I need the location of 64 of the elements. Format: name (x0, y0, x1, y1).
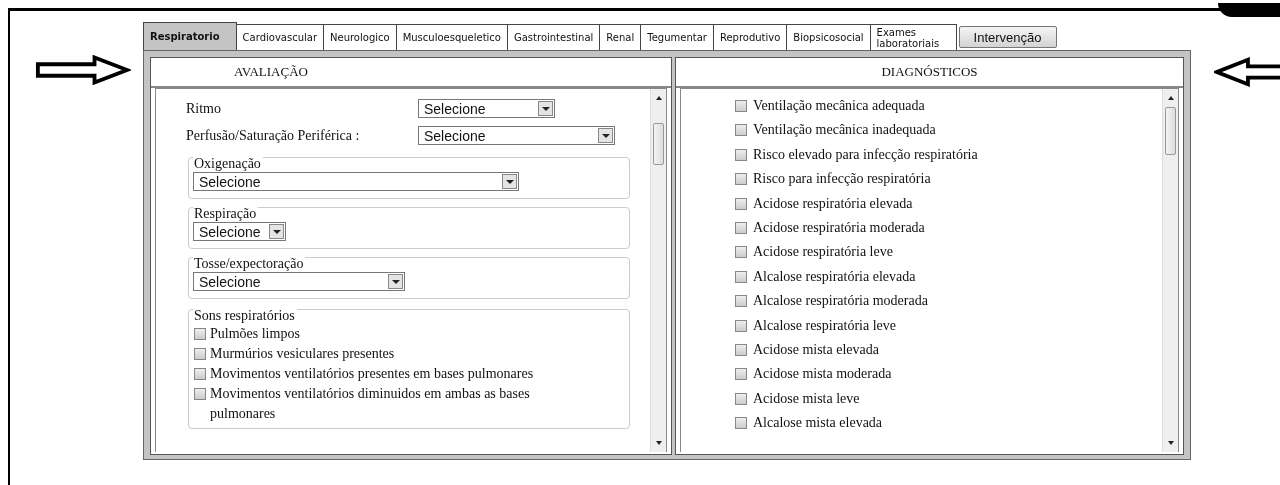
checkbox[interactable] (735, 222, 747, 235)
field-label: Ritmo (186, 100, 222, 117)
tab[interactable]: Gastrointestinal (508, 24, 601, 50)
tab[interactable]: Tegumentar (641, 24, 714, 50)
section-title: DIAGNÓSTICOS (881, 64, 978, 80)
checkbox[interactable] (735, 368, 747, 381)
checkbox-label: Acidose respiratória moderada (753, 219, 925, 238)
dropdown[interactable]: Selecione (418, 99, 555, 118)
tab[interactable]: Biopsicosocial (787, 24, 871, 50)
checkbox-label: Acidose mista moderada (753, 365, 892, 384)
checkbox-label: Alcalose respiratória leve (753, 316, 897, 335)
checkbox[interactable] (735, 246, 747, 259)
checkbox[interactable] (194, 328, 206, 340)
checkbox[interactable] (735, 295, 747, 308)
checkbox-label: Ventilação mecânica adequada (753, 97, 925, 115)
tab[interactable]: Musculoesqueletico (396, 24, 508, 50)
arrow-left-icon (1214, 57, 1280, 87)
checkbox-label: Acidose mista leve (753, 389, 860, 408)
checkbox[interactable] (735, 270, 747, 283)
checkbox-label: Alcalose respiratória elevada (753, 267, 916, 286)
tab[interactable]: Exames laboratoriais (870, 24, 957, 50)
checkbox-label: Ventilação mecânica inadequada (753, 121, 936, 140)
section-title: AVALIAÇÃO (234, 64, 308, 80)
dropdown[interactable]: Selecione (193, 272, 405, 291)
dropdown[interactable]: Selecione (418, 126, 615, 145)
checkbox[interactable] (194, 368, 206, 380)
checkbox-label: Alcalose mista elevada (753, 414, 883, 433)
checkbox-label: Risco para infecção respiratória (753, 170, 931, 189)
checkbox[interactable] (735, 392, 747, 405)
checkbox[interactable] (194, 348, 206, 360)
checkbox-label: Murmúrios vesiculares presentes (210, 345, 395, 363)
group-legend: Oxigenação (193, 155, 263, 172)
dropdown[interactable]: Selecione (193, 172, 519, 191)
checkbox[interactable] (735, 148, 747, 161)
checkbox-label: Acidose respiratória elevada (753, 194, 913, 213)
checkbox-label: Acidose respiratória leve (753, 243, 893, 262)
field-label: Perfusão/Saturação Periférica : (186, 127, 361, 144)
tab[interactable]: Reprodutivo (713, 24, 788, 50)
group-legend: Respiração (193, 205, 259, 222)
dropdown[interactable]: Selecione (193, 222, 286, 241)
checkbox[interactable] (735, 124, 747, 137)
checkbox[interactable] (194, 388, 206, 400)
tab[interactable]: Neurologico (324, 24, 397, 50)
scrollbar[interactable] (1162, 89, 1178, 452)
checkbox-label: Movimentos ventilatórios presentes em bases pulmonares (210, 365, 534, 383)
checkbox[interactable] (735, 319, 747, 332)
group-legend: Sons respiratórios (193, 307, 297, 324)
checkbox-label: Alcalose respiratória moderada (753, 292, 928, 311)
checkbox[interactable] (735, 173, 747, 186)
checkbox[interactable] (735, 417, 747, 430)
tab[interactable]: Respiratorio (143, 22, 237, 50)
checkbox-label: Acidose mista elevada (753, 341, 879, 360)
checkbox-label: Movimentos ventilatórios diminuidos em ambas as bases pulmonares (210, 385, 531, 423)
tab[interactable]: Cardiovascular (236, 24, 324, 50)
group-legend: Tosse/expectoração (193, 255, 306, 272)
arrow-right-icon (35, 55, 131, 85)
checkbox[interactable] (735, 100, 747, 112)
checkbox[interactable] (735, 197, 747, 210)
checkbox-label: Pulmões limpos (210, 325, 300, 343)
intervention-button[interactable]: Intervenção (958, 26, 1057, 48)
tab[interactable]: Renal (600, 24, 642, 50)
checkbox-label: Risco elevado para infecção respiratória (753, 145, 978, 164)
scrollbar[interactable] (650, 89, 666, 452)
checkbox[interactable] (735, 344, 747, 357)
